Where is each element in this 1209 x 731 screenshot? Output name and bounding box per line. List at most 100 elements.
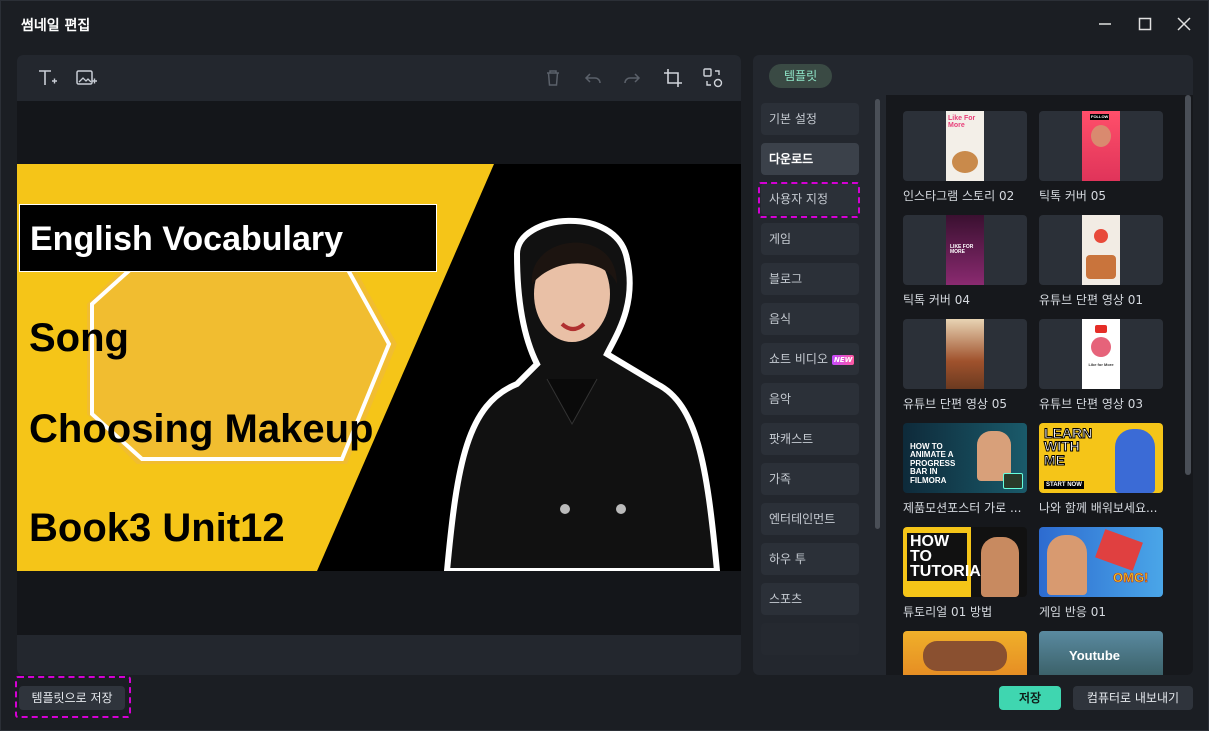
- close-icon: [1177, 17, 1191, 31]
- person-image: [1047, 535, 1087, 595]
- category-basic[interactable]: 기본 설정: [761, 103, 859, 135]
- new-badge: NEW: [832, 354, 855, 365]
- device-image: [1003, 473, 1023, 489]
- thumbnail-canvas[interactable]: English Vocabulary Song Choosing Makeup …: [17, 164, 741, 571]
- minimize-button[interactable]: [1090, 9, 1120, 39]
- template-card[interactable]: HOW TO ANIMATE A PROGRESS BAR IN FILMORA…: [903, 423, 1027, 516]
- story-preview: [946, 319, 984, 389]
- thumb-text: FOLLOW: [1090, 114, 1110, 120]
- template-thumbnail: OMG!: [1039, 527, 1163, 597]
- thumbnail-editor-window: 썸네일 편집 English Vocabulary Song Choosing …: [0, 0, 1209, 731]
- template-thumbnail: [903, 319, 1027, 389]
- category-sports[interactable]: 스포츠: [761, 583, 859, 615]
- template-card[interactable]: FOLLOW 틱톡 커버 05: [1039, 111, 1163, 204]
- template-card[interactable]: Like for More 유튜브 단편 영상 03: [1039, 319, 1163, 412]
- story-preview: Like For More: [946, 111, 984, 181]
- template-panel: 템플릿 기본 설정 다운로드 사용자 지정 게임 블로그 음식 쇼트 비디오 NE…: [753, 55, 1193, 675]
- add-image-button[interactable]: [74, 66, 98, 90]
- template-scrollbar[interactable]: [1185, 95, 1191, 475]
- group-image: [923, 641, 1007, 671]
- save-as-template-button[interactable]: 템플릿으로 저장: [19, 686, 125, 710]
- template-label: 유튜브 단편 영상 03: [1039, 397, 1143, 411]
- trash-icon: [547, 70, 559, 86]
- template-label: 틱톡 커버 05: [1039, 189, 1107, 203]
- crop-button[interactable]: [661, 66, 685, 90]
- category-entertainment[interactable]: 엔터테인먼트: [761, 503, 859, 535]
- template-thumbnail: Like for More: [1039, 319, 1163, 389]
- category-more[interactable]: [761, 623, 859, 655]
- canvas-line-song[interactable]: Song: [29, 316, 129, 361]
- logo-image: [1094, 229, 1108, 243]
- template-label: 유튜브 단편 영상 01: [1039, 293, 1143, 307]
- category-food[interactable]: 음식: [761, 303, 859, 335]
- category-scrollbar[interactable]: [875, 99, 880, 529]
- close-button[interactable]: [1169, 9, 1199, 39]
- template-card[interactable]: 유튜브 단편 영상 05: [903, 319, 1027, 412]
- highlight-custom-category: [758, 182, 860, 218]
- maximize-button[interactable]: [1130, 9, 1160, 39]
- redo-button[interactable]: [620, 66, 644, 90]
- category-game[interactable]: 게임: [761, 223, 859, 255]
- thumb-text: HOW TO ANIMATE A PROGRESS BAR IN FILMORA: [910, 442, 956, 485]
- undo-button[interactable]: [581, 66, 605, 90]
- editor-panel: English Vocabulary Song Choosing Makeup …: [17, 55, 741, 675]
- editor-toolbar: [17, 55, 741, 101]
- category-family[interactable]: 가족: [761, 463, 859, 495]
- category-label: 쇼트 비디오: [769, 352, 829, 366]
- text-icon: [39, 70, 57, 85]
- category-how-to[interactable]: 하우 투: [761, 543, 859, 575]
- window-title: 썸네일 편집: [21, 18, 91, 34]
- template-thumbnail: LEARN WITH ME START NOW: [1039, 423, 1163, 493]
- category-blog[interactable]: 블로그: [761, 263, 859, 295]
- template-label: 제품모션포스터 가로 ...: [903, 501, 1022, 515]
- image-icon: [76, 70, 97, 85]
- template-label: 게임 반응 01: [1039, 605, 1107, 619]
- template-thumbnail: HOW TO TUTORIAL: [903, 527, 1027, 597]
- delete-button[interactable]: [541, 66, 565, 90]
- template-card[interactable]: [903, 631, 1027, 675]
- story-preview: FOLLOW: [1082, 111, 1120, 181]
- category-music[interactable]: 음악: [761, 383, 859, 415]
- template-card[interactable]: Like For More 인스타그램 스토리 02: [903, 111, 1027, 204]
- template-card[interactable]: LIKE FOR MORE 틱톡 커버 04: [903, 215, 1027, 308]
- template-thumbnail: LIKE FOR MORE: [903, 215, 1027, 285]
- food-image: [1086, 255, 1116, 279]
- save-button[interactable]: 저장: [999, 686, 1061, 710]
- canvas-line-unit[interactable]: Book3 Unit12: [29, 506, 285, 551]
- redo-icon: [624, 73, 641, 84]
- template-card[interactable]: 유튜브 단편 영상 01: [1039, 215, 1163, 308]
- maximize-icon: [1138, 17, 1152, 31]
- tab-templates[interactable]: 템플릿: [769, 64, 833, 88]
- template-thumbnail: HOW TO ANIMATE A PROGRESS BAR IN FILMORA: [903, 423, 1027, 493]
- export-to-computer-button[interactable]: 컴퓨터로 내보내기: [1073, 686, 1193, 710]
- undo-icon: [584, 73, 601, 84]
- thumb-text: Youtube: [1069, 648, 1121, 663]
- template-label: 나와 함께 배워보세요...: [1039, 501, 1158, 515]
- thumb-text: OMG!: [1113, 570, 1149, 585]
- category-download[interactable]: 다운로드: [761, 143, 859, 175]
- canvas-title-text[interactable]: English Vocabulary: [19, 204, 437, 272]
- replace-button[interactable]: [701, 66, 725, 90]
- person-image: [981, 537, 1019, 597]
- template-card[interactable]: Youtube: [1039, 631, 1163, 675]
- story-preview: LIKE FOR MORE: [946, 215, 984, 285]
- add-text-button[interactable]: [35, 66, 59, 90]
- person-image: [1115, 429, 1155, 493]
- template-card[interactable]: LEARN WITH ME START NOW 나와 함께 배워보세요...: [1039, 423, 1163, 516]
- canvas-line-makeup[interactable]: Choosing Makeup: [29, 407, 373, 452]
- youtube-icon: [1095, 325, 1107, 333]
- template-thumbnail: Like For More: [903, 111, 1027, 181]
- template-thumbnail: Youtube: [1039, 631, 1163, 675]
- template-thumbnail: [903, 631, 1027, 675]
- category-short-video[interactable]: 쇼트 비디오 NEW: [761, 343, 859, 375]
- thumb-subtext: START NOW: [1044, 481, 1084, 489]
- template-card[interactable]: OMG! 게임 반응 01: [1039, 527, 1163, 620]
- thumb-text: LIKE FOR MORE: [950, 244, 974, 255]
- thumb-text: LEARN WITH ME: [1044, 425, 1093, 468]
- template-card[interactable]: HOW TO TUTORIAL 튜토리얼 01 방법: [903, 527, 1027, 620]
- category-podcast[interactable]: 팟캐스트: [761, 423, 859, 455]
- face-image: [1091, 125, 1111, 147]
- template-label: 튜토리얼 01 방법: [903, 605, 993, 619]
- replace-icon: [703, 68, 723, 88]
- thumb-text: Like for More: [1088, 362, 1114, 367]
